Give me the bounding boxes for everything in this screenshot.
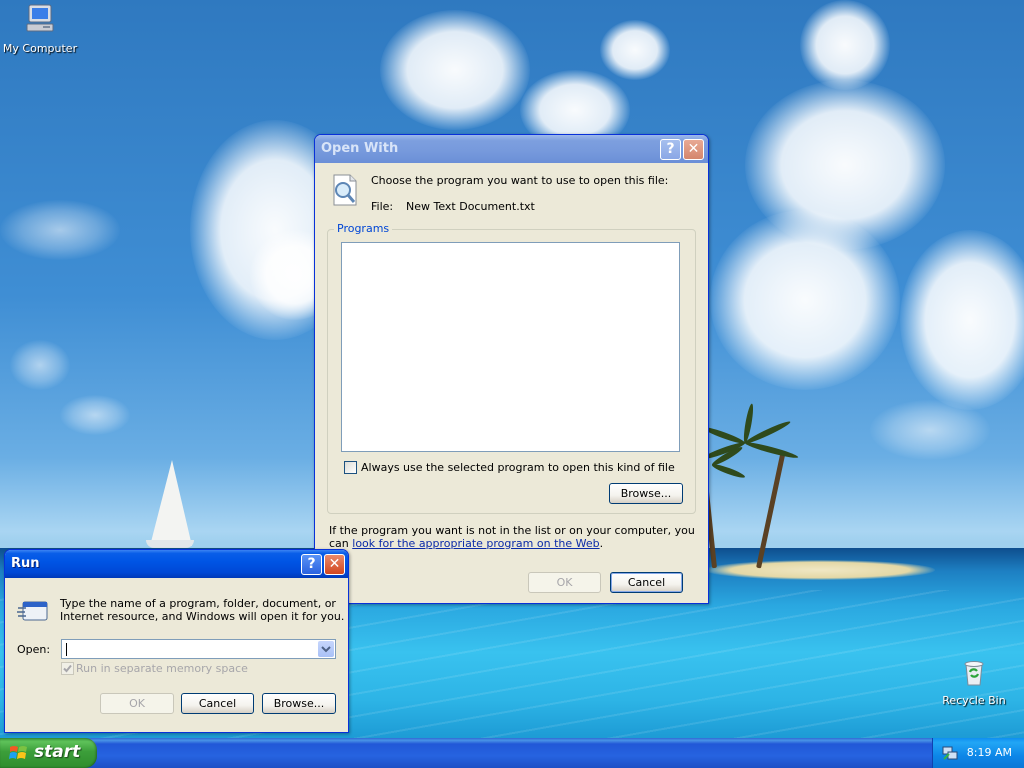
desktop-icon-label: My Computer bbox=[2, 42, 78, 55]
wallpaper-cloud bbox=[710, 210, 900, 390]
recycle-bin-icon bbox=[934, 656, 1014, 691]
windows-logo-icon bbox=[9, 744, 29, 765]
wallpaper-cloud bbox=[10, 340, 70, 390]
ok-button[interactable]: OK bbox=[528, 572, 601, 593]
open-input[interactable] bbox=[61, 639, 336, 659]
file-name: New Text Document.txt bbox=[406, 200, 535, 213]
run-title-bar[interactable]: Run ? ✕ bbox=[5, 550, 348, 578]
programs-browse-button[interactable]: Browse... bbox=[609, 483, 683, 504]
run-program-icon bbox=[17, 596, 49, 627]
wallpaper-island bbox=[705, 560, 935, 580]
wallpaper-palm-leaf bbox=[744, 440, 799, 461]
open-with-footer: If the program you want is not in the li… bbox=[329, 524, 699, 550]
run-title: Run bbox=[11, 556, 40, 571]
start-label: start bbox=[34, 742, 81, 762]
desktop-icon-recycle-bin[interactable]: Recycle Bin bbox=[934, 656, 1014, 707]
run-description-line2: Internet resource, and Windows will open… bbox=[60, 610, 345, 623]
programs-list[interactable] bbox=[341, 242, 680, 452]
desktop-icon-label: Recycle Bin bbox=[942, 694, 1006, 707]
network-icon[interactable] bbox=[941, 744, 959, 765]
wallpaper-cloud bbox=[0, 200, 120, 260]
always-use-checkbox[interactable] bbox=[344, 461, 357, 474]
wallpaper-cloud bbox=[600, 20, 670, 80]
taskbar: start 8:19 AM bbox=[0, 738, 1024, 768]
system-tray: 8:19 AM bbox=[932, 738, 1024, 768]
wallpaper-cloud bbox=[60, 395, 130, 435]
close-button[interactable]: ✕ bbox=[324, 554, 345, 575]
cancel-button[interactable]: Cancel bbox=[181, 693, 254, 714]
desktop-icon-my-computer[interactable]: My Computer bbox=[0, 2, 80, 55]
open-with-file-icon bbox=[329, 173, 361, 210]
wallpaper-cloud bbox=[870, 400, 990, 460]
checkmark-icon bbox=[63, 664, 72, 673]
help-button[interactable]: ? bbox=[660, 139, 681, 160]
separate-memory-label: Run in separate memory space bbox=[76, 662, 248, 675]
separate-memory-checkbox[interactable] bbox=[61, 662, 74, 675]
ok-button[interactable]: OK bbox=[100, 693, 174, 714]
close-button[interactable]: ✕ bbox=[683, 139, 704, 160]
run-description-line1: Type the name of a program, folder, docu… bbox=[60, 597, 336, 610]
open-with-instruction: Choose the program you want to use to op… bbox=[371, 174, 669, 187]
cancel-button[interactable]: Cancel bbox=[610, 572, 683, 593]
open-with-dialog: Open With ? ✕ Choose the program you wan… bbox=[314, 134, 709, 604]
always-use-label[interactable]: Always use the selected program to open … bbox=[361, 461, 675, 474]
wallpaper-cloud bbox=[380, 10, 530, 130]
chevron-down-icon bbox=[321, 646, 331, 653]
text-caret bbox=[66, 643, 67, 656]
browse-button[interactable]: Browse... bbox=[262, 693, 336, 714]
dropdown-arrow-button[interactable] bbox=[318, 641, 334, 657]
run-dialog: Run ? ✕ Type the name of a program, fold… bbox=[4, 549, 349, 733]
my-computer-icon bbox=[0, 2, 80, 39]
clock[interactable]: 8:19 AM bbox=[967, 746, 1012, 759]
open-with-title-bar[interactable]: Open With ? ✕ bbox=[315, 135, 708, 163]
help-button[interactable]: ? bbox=[301, 554, 322, 575]
wallpaper-boat-hull bbox=[146, 540, 194, 548]
start-button[interactable]: start bbox=[0, 738, 97, 768]
web-search-link[interactable]: look for the appropriate program on the … bbox=[352, 537, 599, 550]
open-with-title: Open With bbox=[321, 141, 399, 156]
wallpaper-cloud bbox=[800, 0, 890, 90]
footer-end: . bbox=[599, 537, 604, 550]
wallpaper-sailboat bbox=[150, 460, 192, 546]
open-label: Open: bbox=[17, 643, 51, 656]
file-label: File: bbox=[371, 200, 394, 213]
wallpaper-cloud bbox=[900, 230, 1024, 410]
programs-legend: Programs bbox=[334, 222, 393, 235]
